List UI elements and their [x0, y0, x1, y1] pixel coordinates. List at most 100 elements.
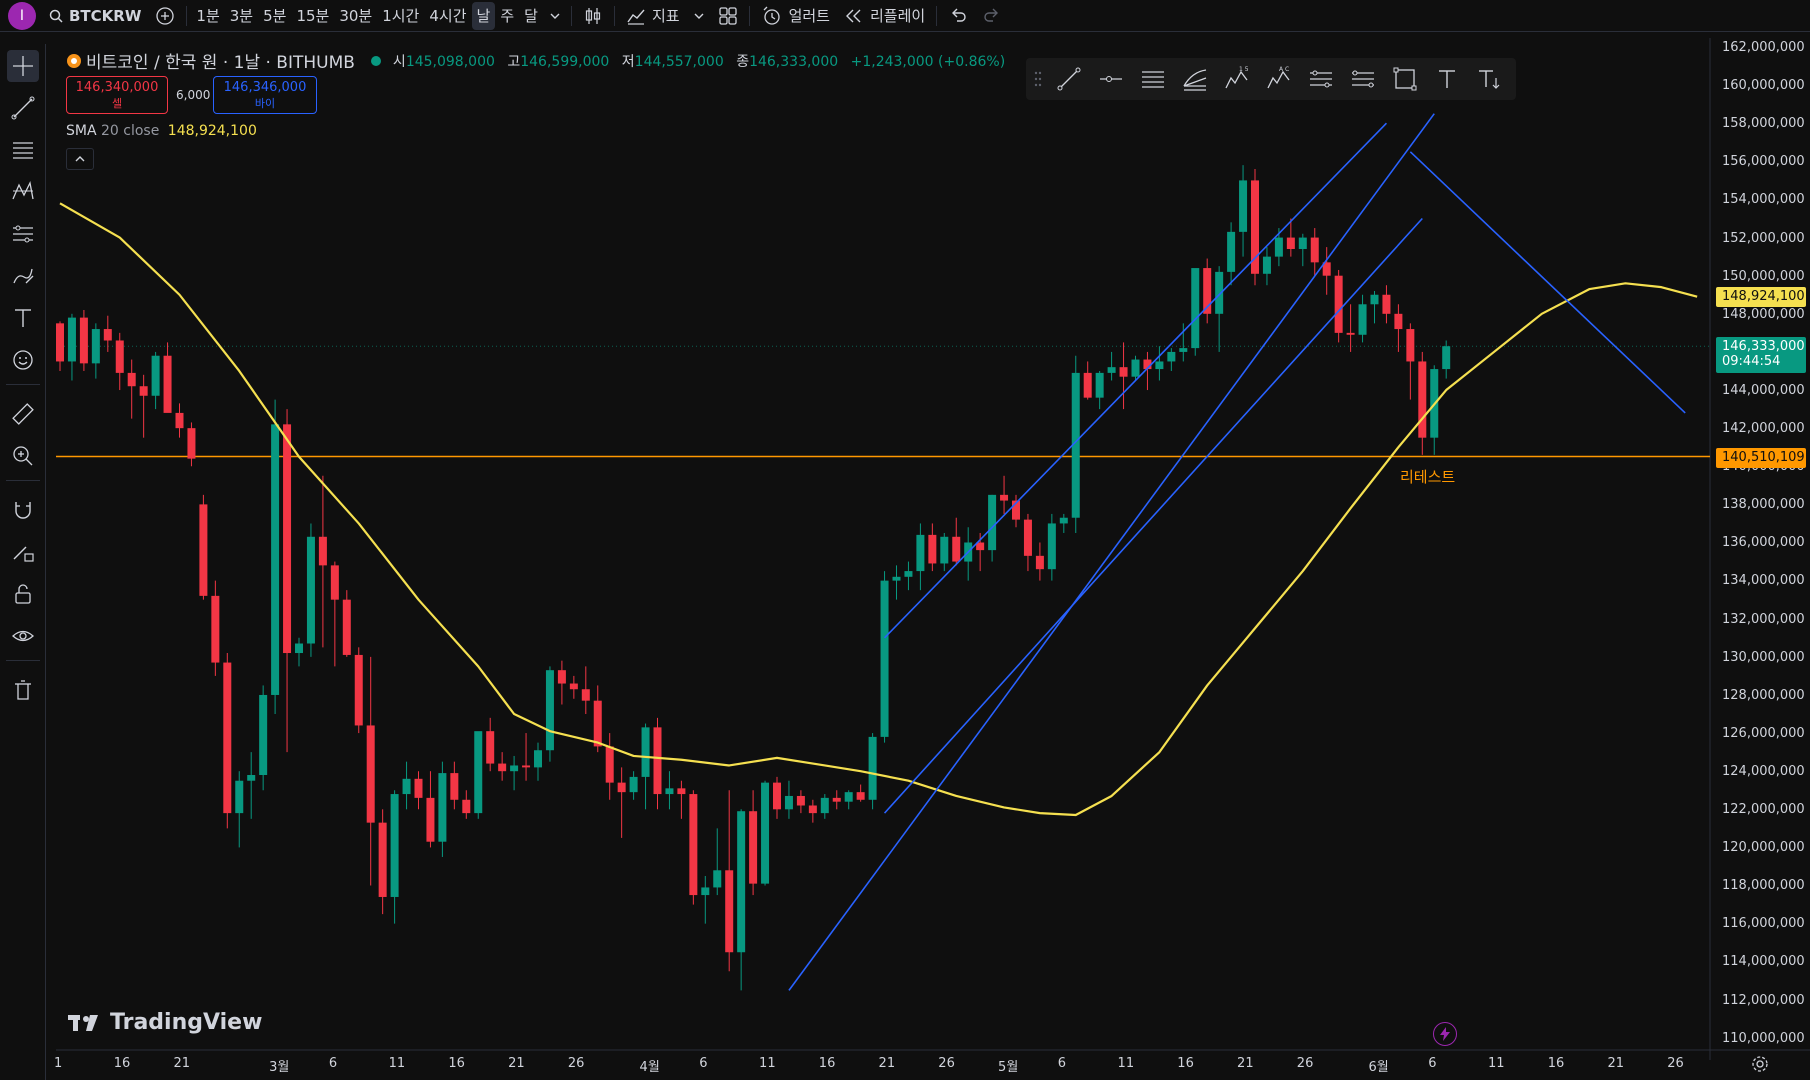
sma-legend[interactable]: SMA 20 close 148,924,100	[66, 123, 257, 139]
candle-body	[713, 870, 722, 888]
sma-name: SMA	[66, 123, 97, 139]
candle-body	[677, 788, 686, 795]
candle-body	[151, 355, 160, 396]
change-value: +1,243,000 (+0.86%)	[850, 53, 1006, 70]
dt-rectangle[interactable]	[1390, 64, 1420, 94]
retest-annotation[interactable]: 리테스트	[1400, 466, 1455, 487]
chevron-up-icon	[75, 156, 85, 162]
bolt-icon	[1440, 1027, 1450, 1041]
svg-text:A C: A C	[1279, 66, 1289, 73]
price-tick-label: 136,000,000	[1722, 535, 1805, 551]
time-tick-label: 26	[1667, 1056, 1684, 1071]
candle-body	[892, 576, 901, 581]
symbol-title[interactable]: 비트코인 / 한국 원 · 1날 · BITHUMB	[86, 48, 355, 73]
sma-value: 148,924,100	[167, 123, 257, 139]
chart-settings-icon[interactable]	[1750, 1054, 1770, 1074]
candle-body	[844, 792, 853, 802]
close-key: 종	[736, 53, 750, 70]
candle-body	[295, 643, 303, 654]
candle-body	[796, 795, 805, 806]
price-tick-label: 118,000,000	[1722, 878, 1805, 894]
candle-body	[414, 778, 423, 798]
dt-fib-fan[interactable]	[1180, 64, 1210, 94]
candle-body	[784, 795, 793, 810]
dt-trendline[interactable]	[1054, 64, 1084, 94]
candle-body	[1442, 346, 1451, 370]
time-tick-label: 6월	[1368, 1060, 1389, 1075]
candle-body	[211, 595, 220, 663]
tradingview-logo[interactable]: TradingView	[68, 1010, 262, 1035]
last-price-tag: 146,333,000 09:44:54	[1716, 337, 1806, 373]
lightning-icon[interactable]	[1433, 1022, 1457, 1046]
candle-body	[534, 750, 542, 768]
low-key: 저	[621, 53, 635, 70]
candle-body	[510, 765, 519, 772]
dt-long-position[interactable]	[1306, 64, 1336, 94]
candle-body	[808, 805, 817, 814]
open-key: 시	[392, 53, 406, 70]
candle-body	[1358, 304, 1367, 335]
candle-body	[665, 788, 674, 795]
candle-body	[235, 780, 244, 814]
candle-body	[91, 329, 100, 364]
candle-body	[1418, 361, 1427, 438]
sell-button[interactable]: 146,340,000 셀	[66, 76, 168, 114]
candle-body	[928, 534, 937, 564]
candle-body	[725, 870, 734, 953]
candle-body	[1083, 372, 1092, 398]
dt-date-price-range[interactable]	[1348, 64, 1378, 94]
candle-body	[868, 736, 877, 800]
time-tick-label: 21	[173, 1056, 191, 1071]
drag-handle[interactable]	[1030, 64, 1046, 94]
candle-body	[1310, 237, 1319, 263]
candle-body	[1239, 180, 1248, 232]
candle-body	[1346, 332, 1355, 335]
candle-body	[1095, 372, 1104, 398]
price-tick-label: 158,000,000	[1722, 116, 1805, 132]
dt-horizontal-ray[interactable]	[1096, 64, 1126, 94]
time-tick-label: 11	[759, 1056, 776, 1071]
last-price: 146,333,000	[1722, 339, 1805, 354]
candle-body	[1394, 313, 1403, 330]
market-status-icon[interactable]	[370, 55, 381, 66]
price-chart[interactable]	[0, 0, 1810, 1080]
candle-body	[378, 822, 387, 897]
high-value: 146,599,000	[520, 53, 610, 70]
candle-body	[223, 662, 232, 814]
price-tick-label: 138,000,000	[1722, 497, 1805, 513]
sma-params: 20 close	[101, 123, 160, 139]
candle-body	[820, 797, 829, 814]
time-tick-label: 5월	[998, 1060, 1019, 1075]
text-icon	[1439, 70, 1455, 88]
candle-body	[701, 887, 710, 896]
trendline	[788, 113, 1435, 991]
price-tick-label: 132,000,000	[1722, 611, 1805, 627]
candle-body	[761, 782, 770, 884]
svg-text:1 5: 1 5	[1239, 66, 1249, 73]
candle-body	[1298, 237, 1307, 250]
candle-body	[330, 565, 339, 600]
candle-body	[988, 494, 997, 551]
time-tick-label: 6	[1428, 1056, 1437, 1071]
candle-body	[115, 340, 124, 373]
candle-body	[283, 424, 292, 654]
time-tick-label: 21	[1237, 1056, 1254, 1071]
time-tick-label: 26	[1296, 1056, 1314, 1071]
buy-button[interactable]: 146,346,000 바이	[213, 76, 317, 114]
time-tick-label: 16	[448, 1056, 465, 1071]
buy-label: 바이	[254, 97, 276, 110]
time-tick-label: 21	[508, 1056, 525, 1071]
dt-elliott-wave[interactable]: 1 5	[1222, 64, 1252, 94]
candle-body	[545, 670, 554, 751]
time-tick-label: 16	[818, 1056, 836, 1071]
candle-body	[1274, 237, 1283, 257]
trendline	[1409, 151, 1686, 414]
dt-anchored-text[interactable]	[1474, 64, 1504, 94]
dt-abcd-pattern[interactable]: A C	[1264, 64, 1294, 94]
candle-body	[1119, 367, 1128, 377]
price-tick-label: 160,000,000	[1722, 78, 1805, 94]
time-tick-label: 26	[938, 1056, 955, 1071]
dt-parallel-channel[interactable]	[1138, 64, 1168, 94]
collapse-legend-button[interactable]	[66, 148, 94, 170]
dt-text[interactable]	[1432, 64, 1462, 94]
